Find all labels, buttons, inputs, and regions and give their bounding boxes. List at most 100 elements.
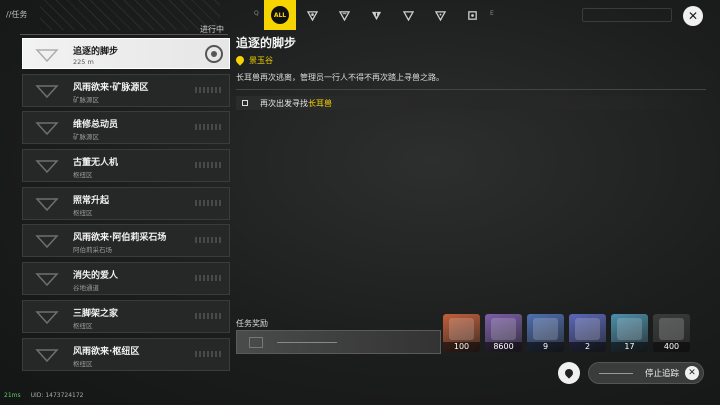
list-divider [20,34,228,35]
objective-row: 再次出发寻找长耳兽 [236,96,706,110]
quest-subtitle: 枢纽区 [73,321,93,330]
quest-subtitle: 矿脉源区 [73,95,99,104]
quest-type-icon [27,266,67,292]
quest-decoration [195,199,221,206]
quest-name: 风雨欲来·阿伯莉采石场 [73,233,167,244]
type-a-icon [306,10,318,21]
locate-button[interactable] [558,362,580,384]
filter-type-f-tab[interactable] [456,0,488,30]
filter-type-e-tab[interactable] [424,0,456,30]
quest-type-icon [27,304,67,330]
quest-name: 维修总动员 [73,120,119,131]
quest-name: 三脚架之家 [73,308,119,319]
quest-list-item[interactable]: 照常升起 枢纽区 [22,186,230,220]
reward-item[interactable]: 9 [527,314,564,352]
quest-list-item[interactable]: 风雨欲来·枢纽区 枢纽区 [22,337,230,371]
quest-subtitle: 谷地通道 [73,284,99,293]
objective-highlight: 长耳兽 [308,98,332,108]
quest-list-item[interactable]: 消失的爱人 谷地通道 [22,262,230,296]
filter-type-b-tab[interactable] [328,0,360,30]
quest-list-item[interactable]: 古董无人机 枢纽区 [22,149,230,183]
detail-location-name: 景玉谷 [249,56,273,65]
quest-list-item[interactable]: 追逐的脚步 225 m [22,38,230,69]
detail-title: 追逐的脚步 [236,36,297,50]
quest-type-icon [27,342,67,368]
stop-tracking-decoration [599,373,633,374]
all-icon: ALL [271,6,289,24]
rewards-label: 任务奖励 [236,319,268,328]
quest-name: 消失的爱人 [73,271,119,282]
quest-type-icon [27,153,67,179]
quest-decoration [195,312,221,319]
quest-type-icon [27,115,67,141]
objective-text: 再次出发寻找长耳兽 [260,98,332,108]
page-title: //任务 [6,10,28,19]
reward-amount: 17 [611,342,648,352]
quest-list-item[interactable]: 风雨欲来·矿脉源区 矿脉源区 [22,73,230,107]
status-bar: 21ms UID: 1473724172 [4,392,84,399]
reward-box-icon [249,337,263,348]
quest-subtitle: 225 m [73,58,94,66]
quest-decoration [195,275,221,282]
tracking-icon[interactable] [205,45,223,63]
reward-item[interactable]: 400 [653,314,690,352]
key-hint-next: E [490,10,494,17]
quest-type-icon [27,78,67,104]
quest-list-item[interactable]: 维修总动员 矿脉源区 [22,111,230,145]
key-hint-prev: Q [254,10,259,17]
reward-item[interactable]: 8600 [485,314,522,352]
blue-shard-icon [575,318,600,340]
type-c-icon [371,11,381,20]
stop-tracking-button[interactable]: 停止追踪 ✕ [588,362,704,384]
close-icon: ✕ [687,9,699,23]
quest-name: 风雨欲来·矿脉源区 [73,82,149,93]
filter-type-c-tab[interactable] [360,0,392,30]
quest-subtitle: 矿脉源区 [73,133,99,142]
quest-name: 追逐的脚步 [73,47,119,57]
reward-amount: 8600 [485,342,522,352]
quest-subtitle: 阿伯莉采石场 [73,246,112,255]
objective-checkbox [242,100,248,106]
close-icon: ✕ [685,366,699,380]
filter-tabs: ALL [264,0,488,30]
quest-type-icon [27,228,67,254]
detail-location: 景玉谷 [236,55,706,66]
reward-items: 100 8600 9 2 17 400 [443,314,690,352]
gold-note-icon [491,318,516,340]
reward-amount: 2 [569,342,606,352]
close-button[interactable]: ✕ [683,6,703,26]
green-chip-icon [617,318,642,340]
filter-all-tab[interactable]: ALL [264,0,296,30]
quest-type-icon [27,191,67,217]
quest-list-item[interactable]: 三脚架之家 枢纽区 [22,299,230,333]
type-e-icon [434,10,446,21]
quest-name: 风雨欲来·枢纽区 [73,346,140,357]
quest-name: 照常升起 [73,195,110,206]
reward-item[interactable]: 100 [443,314,480,352]
quest-subtitle: 枢纽区 [73,171,93,180]
filter-type-a-tab[interactable] [296,0,328,30]
reward-item[interactable]: 2 [569,314,606,352]
ping-indicator: 21ms [4,392,21,399]
map-decoration [40,0,220,30]
filter-type-d-tab[interactable] [392,0,424,30]
quest-decoration [195,86,221,93]
reward-bar [236,330,441,354]
quest-decoration [195,237,221,244]
location-pin-icon [236,56,244,66]
quest-type-icon [27,42,67,68]
quest-list-item[interactable]: 风雨欲来·阿伯莉采石场 阿伯莉采石场 [22,224,230,258]
quest-decoration [195,162,221,169]
quest-decoration [195,124,221,131]
uid-label: UID: 1473724172 [30,392,84,399]
quest-name: 古董无人机 [73,158,119,169]
top-right-decoration [582,8,672,22]
reward-bar-line [277,342,337,343]
reward-amount: 400 [653,342,690,352]
quest-list[interactable]: 追逐的脚步 225 m 风雨欲来·矿脉源区 矿脉源区 维修总动员 矿脉源区 古董无人机 枢纽区… [22,38,230,375]
type-f-icon [467,10,477,20]
quest-detail: 追逐的脚步 景玉谷 长耳兽再次逃离，管理员一行人不得不再次踏上寻兽之路。 再次出… [236,34,706,110]
quest-subtitle: 枢纽区 [73,208,93,217]
red-mech-icon [449,318,474,340]
reward-item[interactable]: 17 [611,314,648,352]
